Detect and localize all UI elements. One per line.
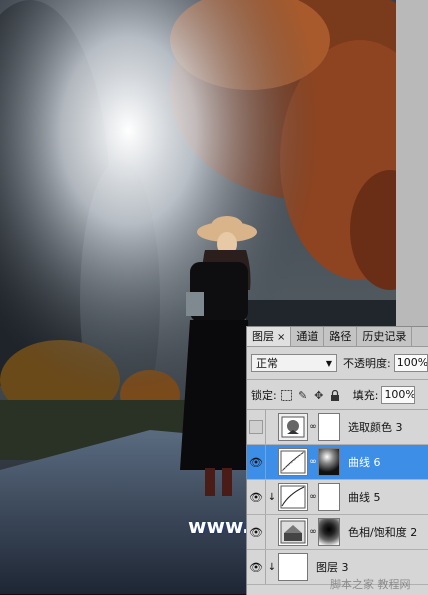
chain-link-icon[interactable]: ∞ bbox=[308, 422, 318, 432]
divider bbox=[247, 379, 428, 380]
blend-row: 正常 ▼ 不透明度: 100% bbox=[251, 353, 428, 373]
layer-name[interactable]: 选取颜色 3 bbox=[348, 419, 403, 435]
visibility-toggle[interactable]: 👁 bbox=[247, 480, 266, 514]
tab-layers[interactable]: 图层 × bbox=[247, 327, 292, 346]
blend-mode-select[interactable]: 正常 ▼ bbox=[251, 354, 337, 372]
chain-link-icon[interactable]: ∞ bbox=[308, 457, 318, 467]
layer-name[interactable]: 曲线 6 bbox=[348, 454, 381, 470]
fill-label: 填充: bbox=[352, 389, 379, 402]
lock-icons: ✎ ✥ bbox=[281, 389, 341, 402]
layer-mask-thumbnail[interactable] bbox=[318, 448, 340, 476]
canvas-gray-area bbox=[396, 0, 428, 326]
watermark-text-secondary: 脚本之家 教程网 bbox=[330, 578, 411, 591]
curves-thumbnail bbox=[278, 483, 308, 511]
opacity-label: 不透明度: bbox=[343, 357, 391, 370]
visibility-toggle[interactable]: 👁 bbox=[247, 515, 266, 549]
tab-layers-label: 图层 bbox=[252, 330, 274, 343]
clip-arrow-icon: ↓ bbox=[267, 491, 277, 503]
opacity-field[interactable]: 100% bbox=[393, 354, 428, 372]
blend-mode-value: 正常 bbox=[256, 357, 278, 370]
layer-row[interactable]: ∞ 选取颜色 3 bbox=[247, 410, 428, 445]
fill-field[interactable]: 100% bbox=[381, 386, 416, 404]
chain-link-icon[interactable]: ∞ bbox=[308, 527, 318, 537]
layer-name[interactable]: 色相/饱和度 2 bbox=[348, 524, 417, 540]
eye-icon: 👁 bbox=[249, 490, 263, 504]
layer-name[interactable]: 曲线 5 bbox=[348, 489, 381, 505]
lock-transparency-icon[interactable] bbox=[281, 389, 293, 401]
panel-tabs: 图层 × 通道 路径 历史记录 bbox=[247, 327, 428, 347]
layer-row-selected[interactable]: 👁 ∞ 曲线 6 bbox=[247, 445, 428, 480]
hue-saturation-thumbnail bbox=[278, 518, 308, 546]
curves-thumbnail bbox=[278, 448, 308, 476]
layers-panel: 图层 × 通道 路径 历史记录 正常 ▼ 不透明度: 100% 锁定: ✎ ✥ 填… bbox=[246, 326, 428, 595]
eye-icon: 👁 bbox=[249, 455, 263, 469]
tab-channels[interactable]: 通道 bbox=[291, 327, 325, 346]
layer-row[interactable]: 👁 ∞ 色相/饱和度 2 bbox=[247, 515, 428, 550]
visibility-toggle[interactable] bbox=[247, 410, 266, 444]
layer-mask-thumbnail[interactable] bbox=[318, 518, 340, 546]
layer-mask-thumbnail[interactable] bbox=[318, 483, 340, 511]
chevron-down-icon: ▼ bbox=[325, 358, 332, 368]
tab-paths[interactable]: 路径 bbox=[324, 327, 358, 346]
eye-icon: 👁 bbox=[249, 560, 263, 574]
lock-label: 锁定: bbox=[251, 389, 277, 402]
lock-all-icon[interactable] bbox=[329, 389, 341, 401]
clip-arrow-icon: ↓ bbox=[267, 561, 277, 573]
layer-thumbnail bbox=[278, 553, 308, 581]
lock-position-icon[interactable]: ✥ bbox=[313, 389, 325, 402]
layer-name[interactable]: 图层 3 bbox=[316, 559, 349, 575]
visibility-toggle[interactable]: 👁 bbox=[247, 445, 266, 479]
lock-brush-icon[interactable]: ✎ bbox=[297, 389, 309, 402]
eye-icon: 👁 bbox=[249, 525, 263, 539]
selective-color-thumbnail bbox=[278, 413, 308, 441]
lock-row: 锁定: ✎ ✥ 填充: 100% bbox=[251, 385, 428, 405]
visibility-toggle[interactable]: 👁 bbox=[247, 550, 266, 584]
layer-mask-thumbnail[interactable] bbox=[318, 413, 340, 441]
hidden-box-icon bbox=[249, 420, 263, 434]
chain-link-icon[interactable]: ∞ bbox=[308, 492, 318, 502]
layer-row[interactable]: 👁 ↓ ∞ 曲线 5 bbox=[247, 480, 428, 515]
close-icon[interactable]: × bbox=[277, 332, 285, 343]
tab-history[interactable]: 历史记录 bbox=[357, 327, 413, 346]
